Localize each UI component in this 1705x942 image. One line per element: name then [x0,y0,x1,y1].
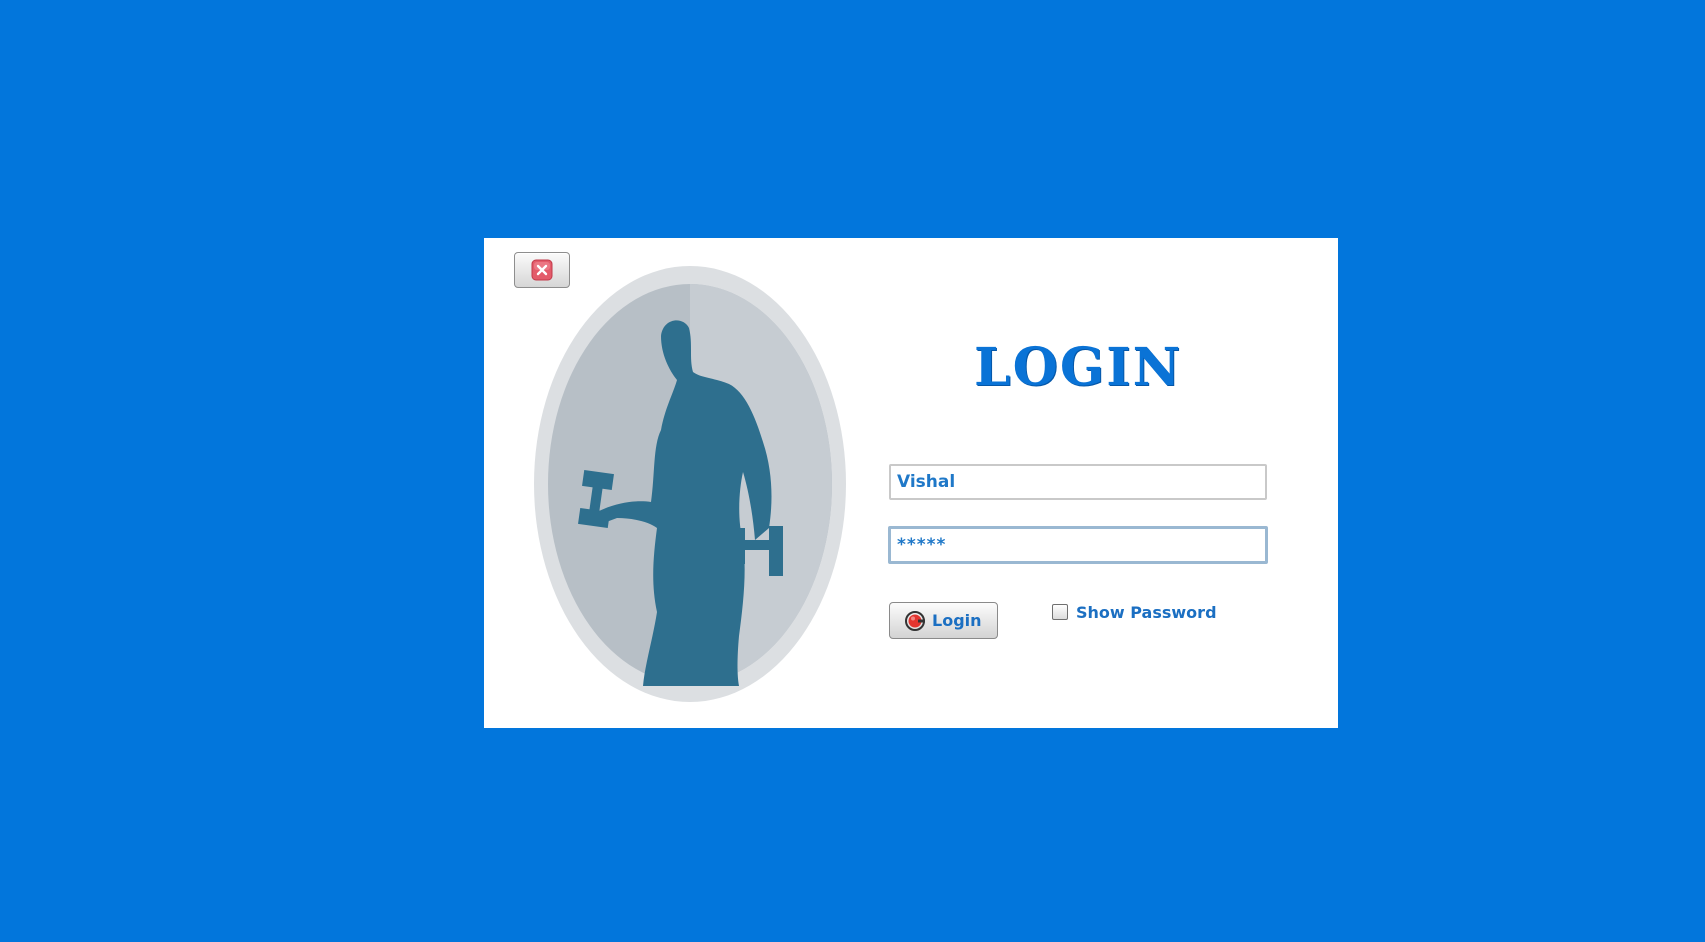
weightlifter-silhouette-icon [534,266,846,702]
login-button[interactable]: Login [889,602,998,639]
login-window: LOGIN Vishal ***** Login Show Password [484,238,1338,728]
username-value: Vishal [897,472,956,492]
power-icon [905,610,925,631]
show-password-checkbox[interactable]: Show Password [1052,602,1217,622]
login-title: LOGIN [974,337,1183,398]
password-input[interactable]: ***** [888,526,1268,564]
checkbox-box[interactable] [1052,603,1068,620]
show-password-label: Show Password [1076,603,1217,622]
password-value: ***** [897,535,947,555]
login-button-label: Login [932,611,982,630]
username-input[interactable]: Vishal [889,464,1267,500]
